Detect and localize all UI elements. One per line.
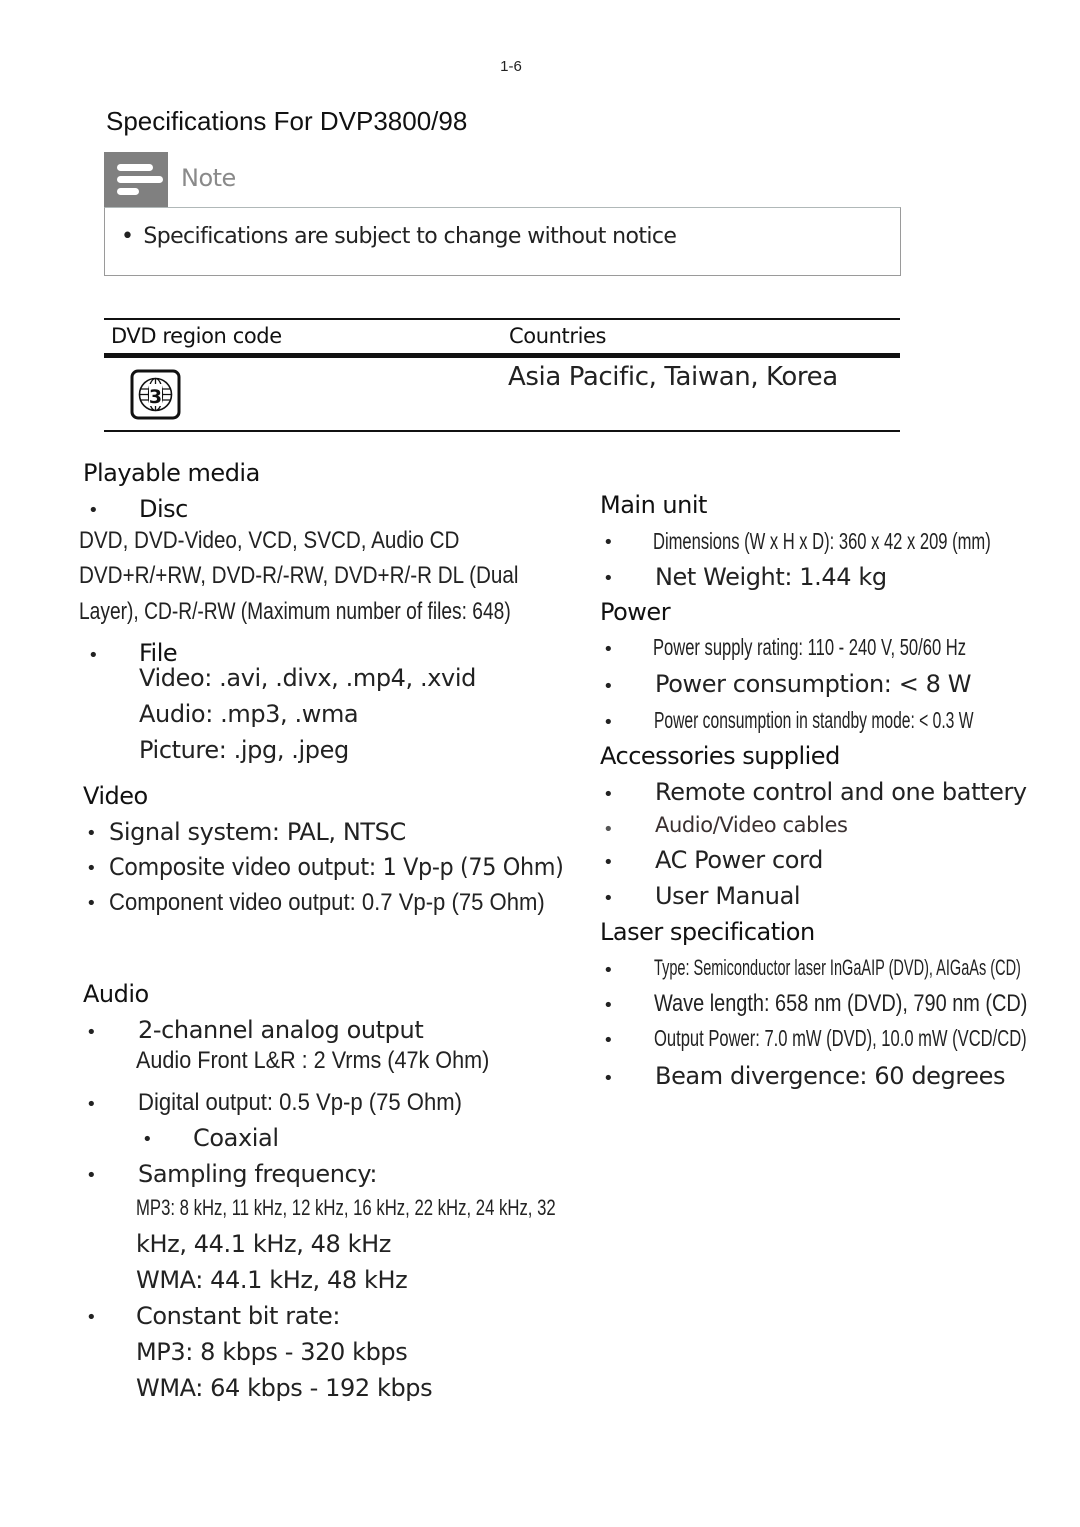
file-type-line: Video: .avi, .divx, .mp4, .xvid	[139, 664, 476, 692]
note-item: • Specifications are subject to change wi…	[121, 224, 677, 249]
note-header: Note	[104, 152, 900, 207]
video-spec-item: Signal system: PAL, NTSC	[109, 818, 406, 846]
bullet: •	[603, 1030, 614, 1051]
bullet: •	[603, 819, 614, 840]
note-body: • Specifications are subject to change wi…	[104, 207, 901, 276]
disc-formats-line: DVD, DVD-Video, VCD, SVCD, Audio CD	[79, 527, 460, 554]
bullet: •	[603, 888, 614, 909]
laser-item: Beam divergence: 60 degrees	[655, 1062, 1006, 1090]
bullet: •	[603, 960, 614, 981]
laser-item: Wave length: 658 nm (DVD), 790 nm (CD)	[654, 990, 1028, 1017]
bullet: •	[603, 995, 614, 1016]
bullet: •	[86, 893, 97, 914]
bullet: •	[86, 1094, 97, 1115]
audio-bitrate-label: Constant bit rate:	[136, 1302, 341, 1330]
power-item: Power consumption: < 8 W	[655, 670, 972, 698]
audio-sampling-line: kHz, 44.1 kHz, 48 kHz	[136, 1230, 391, 1258]
laser-item: Output Power: 7.0 mW (DVD), 10.0 mW (VCD…	[654, 1025, 1027, 1051]
subheading-disc: Disc	[139, 495, 188, 523]
bullet: •	[603, 712, 614, 733]
main-unit-item: Dimensions (W x H x D): 360 x 42 x 209 (…	[653, 528, 991, 554]
accessory-item: Audio/Video cables	[655, 813, 848, 837]
region-code: 3	[149, 386, 162, 408]
bullet: •	[603, 784, 614, 805]
power-item: Power consumption in standby mode: < 0.3…	[654, 707, 974, 733]
audio-sampling-label: Sampling frequency:	[138, 1160, 378, 1188]
audio-bitrate-line: MP3: 8 kbps - 320 kbps	[136, 1338, 408, 1366]
audio-digital-sub: Coaxial	[193, 1124, 279, 1152]
disc-formats-line: Layer), CD-R/-RW (Maximum number of file…	[79, 598, 511, 625]
laser-item: Type: Semiconductor laser InGaAIP (DVD),…	[654, 955, 1021, 980]
power-item: Power supply rating: 110 - 240 V, 50/60 …	[653, 634, 966, 660]
main-unit-item: Net Weight: 1.44 kg	[655, 563, 887, 591]
disc-formats-line: DVD+R/+RW, DVD-R/-RW, DVD+R/-R DL (Dual	[79, 562, 519, 589]
table-bottom-rule	[104, 430, 900, 432]
section-heading-main-unit: Main unit	[600, 491, 707, 519]
table-header-countries: Countries	[509, 324, 607, 348]
bullet: •	[603, 676, 614, 697]
bullet: •	[86, 1165, 97, 1186]
bullet: •	[86, 858, 97, 879]
subheading-file: File	[139, 639, 178, 667]
accessory-item: User Manual	[655, 882, 801, 910]
bullet: •	[142, 1129, 153, 1150]
note-label: Note	[181, 164, 236, 192]
video-spec-item: Composite video output: 1 Vp-p (75 Ohm)	[109, 853, 564, 881]
audio-sampling-line: WMA: 44.1 kHz, 48 kHz	[136, 1266, 408, 1294]
table-header-region: DVD region code	[111, 324, 282, 348]
file-type-line: Audio: .mp3, .wma	[139, 700, 359, 728]
page-number: 1-6	[500, 58, 522, 75]
section-heading-audio: Audio	[83, 980, 149, 1008]
bullet: •	[603, 1068, 614, 1089]
accessory-item: Remote control and one battery	[655, 778, 1027, 806]
bullet: •	[121, 224, 134, 249]
section-heading-accessories: Accessories supplied	[600, 742, 840, 770]
audio-analog-label: 2-channel analog output	[138, 1016, 424, 1044]
audio-digital-label: Digital output: 0.5 Vp-p (75 Ohm)	[138, 1089, 462, 1116]
table-header-rule	[104, 353, 900, 358]
audio-bitrate-line: WMA: 64 kbps - 192 kbps	[136, 1374, 433, 1402]
section-heading-video: Video	[83, 782, 148, 810]
region-countries: Asia Pacific, Taiwan, Korea	[508, 362, 838, 392]
bullet: •	[86, 1307, 97, 1328]
section-heading-laser: Laser specification	[600, 918, 815, 946]
bullet: •	[86, 1022, 97, 1043]
bullet: •	[88, 500, 99, 521]
file-type-line: Picture: .jpg, .jpeg	[139, 736, 349, 764]
bullet: •	[603, 852, 614, 873]
section-heading-power: Power	[600, 598, 671, 626]
note-icon	[104, 152, 168, 207]
audio-sampling-line: MP3: 8 kHz, 11 kHz, 12 kHz, 16 kHz, 22 k…	[136, 1195, 556, 1220]
bullet: •	[603, 639, 614, 660]
bullet: •	[86, 823, 97, 844]
accessory-item: AC Power cord	[655, 846, 823, 874]
section-heading-playable-media: Playable media	[83, 459, 260, 487]
page-title: Specifications For DVP3800/98	[106, 106, 468, 136]
bullet: •	[88, 645, 99, 666]
region-3-globe-icon: 3	[130, 369, 181, 420]
bullet: •	[603, 568, 614, 589]
video-spec-item: Component video output: 0.7 Vp-p (75 Ohm…	[109, 889, 545, 916]
table-top-rule	[104, 318, 900, 320]
audio-analog-detail: Audio Front L&R : 2 Vrms (47k Ohm)	[136, 1047, 490, 1074]
bullet: •	[603, 532, 614, 553]
